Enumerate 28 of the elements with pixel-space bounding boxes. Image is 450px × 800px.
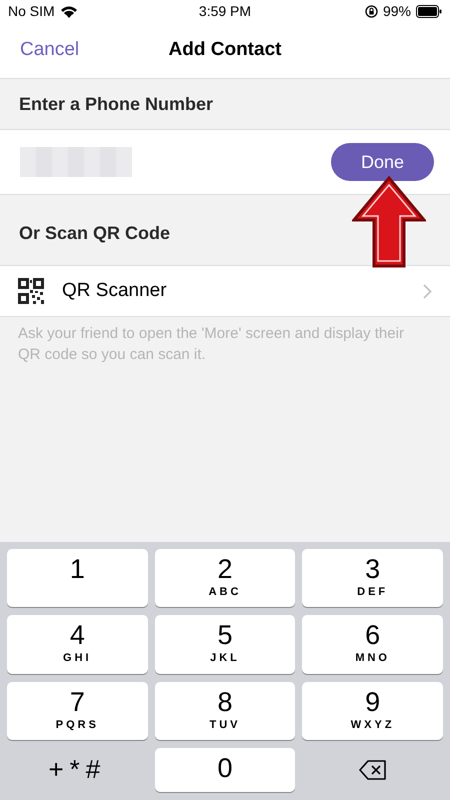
battery-icon [416,4,442,18]
done-button[interactable]: Done [331,143,434,181]
keypad-key[interactable]: 4 GHI [7,615,148,674]
chevron-right-icon [423,284,432,298]
carrier-label: No SIM [8,3,55,19]
rotation-lock-icon [364,4,378,18]
delete-key-icon[interactable] [358,760,387,780]
wifi-icon [60,4,78,18]
keypad-key[interactable]: 3 DEF [302,549,443,608]
qr-code-icon [18,278,44,304]
keypad-key[interactable]: 8 TUV [154,682,296,740]
keypad-key[interactable]: 5 JKL [154,615,296,674]
section-header: Or Scan QR Code [19,222,170,244]
clock-time: 3:59 PM [198,3,252,19]
keypad-key[interactable]: 9 WXYZ [302,682,443,740]
battery-percent: 99% [382,3,411,19]
keypad-key[interactable]: 1 [7,549,148,608]
keypad-key[interactable]: 0 [154,748,296,792]
help-text: Ask your friend to open the 'More' screen and display their QR code so you can scan it. [17,324,405,365]
qr-scanner-label: QR Scanner [62,280,168,302]
keypad-key[interactable]: 7 PQRS [7,682,148,740]
section-header: Enter a Phone Number [19,94,214,114]
keypad-key[interactable]: 2 ABC [154,549,296,608]
symbols-key[interactable]: +*# [7,748,148,792]
screen-title: Add Contact [168,39,282,60]
qr-scanner-row[interactable]: QR Scanner [0,265,450,317]
cancel-button[interactable]: Cancel [20,39,80,61]
keypad-key[interactable]: 6 MNO [302,615,443,674]
